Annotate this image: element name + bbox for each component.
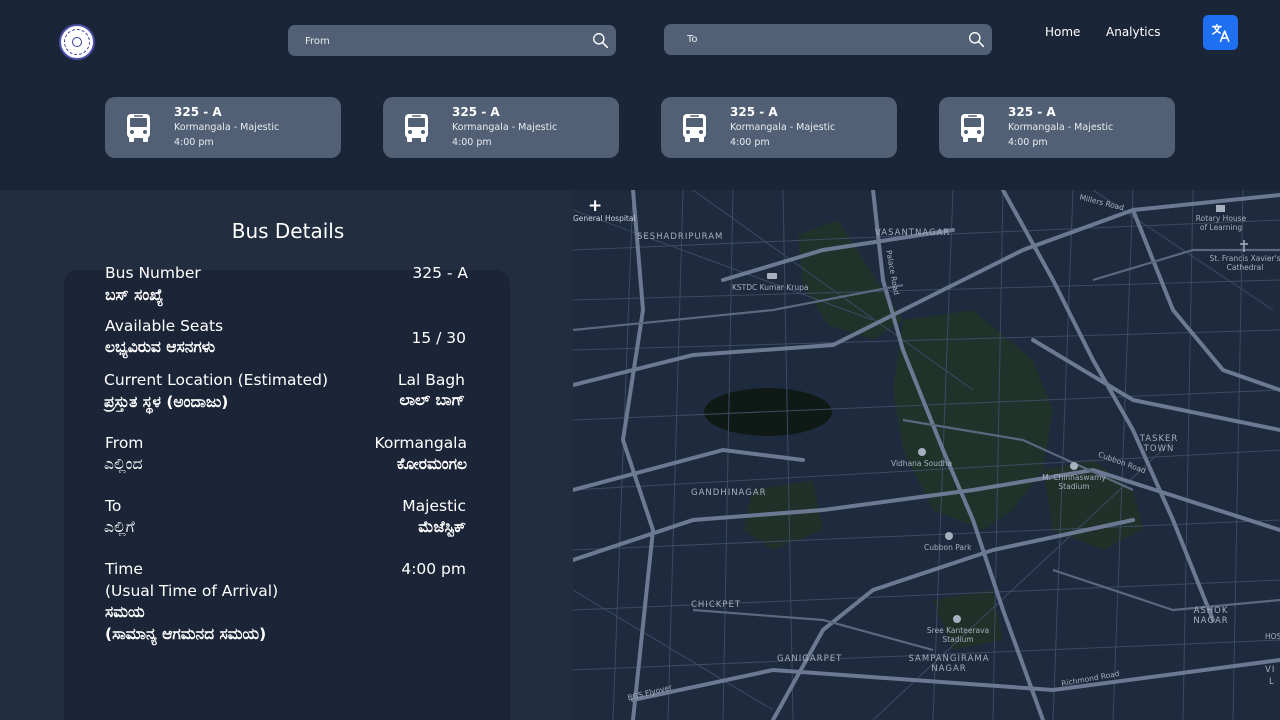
nav-home-link[interactable]: Home — [1045, 25, 1080, 39]
time-label-kn-sub: (ಸಾಮಾನ್ಯ ಆಗಮನದ ಸಮಯ) — [105, 625, 267, 643]
map-label: GANIGARPET — [777, 654, 843, 664]
search-to-input[interactable] — [687, 34, 957, 45]
bus-number-label-kn: ಬಸ್ ಸಂಖ್ಯೆ — [105, 286, 164, 304]
bus-time: 4:00 pm — [174, 137, 214, 148]
time-label: Time — [105, 560, 143, 578]
available-seats-label: Available Seats — [105, 317, 224, 335]
map-label: Vidhana Soudha — [891, 459, 953, 468]
search-icon[interactable] — [592, 32, 609, 49]
time-label-kn: ಸಮಯ — [105, 603, 145, 621]
bus-route: Kormangala - Majestic — [452, 122, 558, 133]
current-location-label-kn: ಪ್ರಸ್ತುತ ಸ್ಥಳ (ಅಂದಾಜು) — [104, 393, 229, 411]
from-label-kn: ಎಲ್ಲಿಂದ — [104, 455, 143, 473]
bus-route: Kormangala - Majestic — [1008, 122, 1114, 133]
bus-number: 325 - A — [730, 105, 778, 119]
search-from-box[interactable] — [288, 25, 616, 56]
bus-number-label: Bus Number — [105, 264, 201, 282]
to-label: To — [105, 497, 122, 515]
bus-details-panel — [0, 190, 573, 720]
bus-route: Kormangala - Majestic — [174, 122, 280, 133]
nav-analytics-link[interactable]: Analytics — [1106, 25, 1161, 39]
map-label: GANDHINAGAR — [691, 488, 767, 498]
available-seats-value: 15 / 30 — [411, 329, 466, 347]
translate-button[interactable] — [1203, 15, 1238, 50]
map-label: M. Chinnaswamy Stadium — [1042, 473, 1106, 491]
map-label: L — [1269, 677, 1275, 687]
map-label: Rotary House of Learning — [1195, 214, 1247, 232]
bus-number: 325 - A — [174, 105, 222, 119]
bus-card[interactable]: 325 - A Kormangala - Majestic 4:00 pm — [661, 97, 897, 158]
available-seats-label-kn: ಲಭ್ಯವಿರುವ ಆಸನಗಳು — [105, 338, 216, 356]
map-label: HOS — [1265, 632, 1280, 641]
bus-details-title: Bus Details — [231, 219, 345, 243]
map-label: KSTDC Kumar Krupa — [732, 283, 809, 292]
current-location-value-kn: ಲಾಲ್ ಬಾಗ್ — [399, 391, 465, 409]
map-label: TASKER TOWN — [1139, 434, 1179, 454]
bus-time: 4:00 pm — [730, 137, 770, 148]
from-value: Kormangala — [374, 434, 467, 452]
bus-number: 325 - A — [1008, 105, 1056, 119]
map-label: ASHOK NAGAR — [1193, 606, 1229, 626]
current-location-value: Lal Bagh — [397, 371, 465, 389]
map-label: St. Francis Xavier's Cathedral — [1209, 254, 1280, 272]
bus-icon — [127, 114, 150, 142]
map-label: Sree Kanteerava Stadium — [926, 626, 990, 644]
map-label: SESHADRIPURAM — [637, 232, 724, 242]
search-from-input[interactable] — [305, 36, 575, 47]
from-value-kn: ಕೋರಮಂಗಲ — [396, 455, 467, 473]
logo-core — [72, 37, 82, 47]
map-label: SAMPANGIRAMA NAGAR — [908, 654, 990, 674]
bus-icon — [405, 114, 428, 142]
map-label: CHICKPET — [691, 600, 742, 610]
bus-number-value: 325 - A — [412, 264, 468, 282]
map-zoom-in-button[interactable]: + — [588, 196, 602, 216]
map-label: VI — [1265, 665, 1276, 675]
bus-card[interactable]: 325 - A Kormangala - Majestic 4:00 pm — [939, 97, 1175, 158]
translate-icon — [1211, 23, 1230, 42]
search-icon[interactable] — [968, 31, 985, 48]
map-label: General Hospital — [573, 214, 636, 223]
search-to-box[interactable] — [664, 24, 992, 55]
to-value-kn: ಮೆಜೆಸ್ಟಿಕ್ — [418, 518, 466, 536]
to-value: Majestic — [402, 497, 466, 515]
from-label: From — [105, 434, 144, 452]
bus-route: Kormangala - Majestic — [730, 122, 836, 133]
bus-card[interactable]: 325 - A Kormangala - Majestic 4:00 pm — [383, 97, 619, 158]
app-logo[interactable] — [59, 24, 95, 60]
bus-card[interactable]: 325 - A Kormangala - Majestic 4:00 pm — [105, 97, 341, 158]
current-location-label: Current Location (Estimated) — [104, 371, 329, 389]
to-label-kn: ಎಲ್ಲಿಗೆ — [104, 518, 135, 536]
bus-time: 4:00 pm — [1008, 137, 1048, 148]
bus-icon — [961, 114, 984, 142]
city-map[interactable]: + General Hospital SESHADRIPURAM VASANTN… — [573, 190, 1280, 720]
bus-number: 325 - A — [452, 105, 500, 119]
bus-time: 4:00 pm — [452, 137, 492, 148]
bus-icon — [683, 114, 706, 142]
time-label-sub: (Usual Time of Arrival) — [105, 582, 279, 600]
map-label: Cubbon Park — [924, 543, 972, 552]
time-value: 4:00 pm — [401, 560, 466, 578]
map-label: VASANTNAGAR — [875, 228, 951, 238]
logo-ring — [64, 29, 90, 55]
